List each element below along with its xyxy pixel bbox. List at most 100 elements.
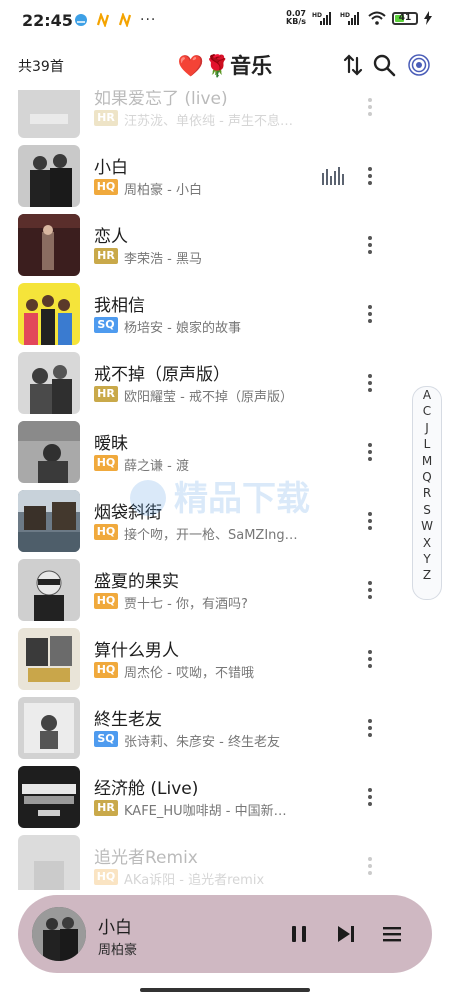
app-n-icon: [118, 13, 132, 27]
index-letter[interactable]: A: [413, 387, 441, 403]
status-time: 22:45: [22, 11, 73, 30]
target-icon[interactable]: [406, 52, 432, 78]
more-options-icon[interactable]: [366, 717, 374, 739]
song-row[interactable]: 戒不掉（原声版） HR 欧阳耀莹 - 戒不掉（原声版）: [0, 352, 450, 420]
wifi-icon: [368, 11, 386, 25]
album-cover: [18, 421, 80, 483]
signal-hd-icon: HD: [340, 12, 359, 25]
song-row[interactable]: 如果爱忘了 (live) HR 汪苏泷、单依纯 - 声生不息…: [0, 90, 450, 144]
song-title: 終生老友: [94, 710, 162, 730]
quality-badge: SQ: [94, 317, 118, 333]
song-artist-album: AKa诉阳 - 追光者remix: [124, 873, 265, 888]
song-artist-album: 欧阳耀莹 - 戒不掉（原声版）: [124, 390, 293, 405]
playlist-menu-icon[interactable]: [380, 922, 404, 946]
watermark-logo: 精品下载: [130, 479, 310, 519]
song-artist-album: 张诗莉、朱彦安 - 终生老友: [124, 735, 280, 750]
more-options-icon[interactable]: [366, 510, 374, 532]
status-bar: 22:45 ··· 0.07 KB/s HD HD 41: [0, 0, 450, 40]
song-row[interactable]: 終生老友 SQ 张诗莉、朱彦安 - 终生老友: [0, 697, 450, 765]
more-options-icon[interactable]: [366, 579, 374, 601]
song-row[interactable]: 追光者Remix HQ AKa诉阳 - 追光者remix: [0, 835, 450, 890]
quality-badge: HQ: [94, 593, 118, 609]
quality-badge: SQ: [94, 731, 118, 747]
song-row[interactable]: 算什么男人 HQ 周杰伦 - 哎呦，不错哦: [0, 628, 450, 696]
song-artist-album: 李荣浩 - 黑马: [124, 252, 202, 267]
more-options-icon[interactable]: [366, 96, 374, 118]
album-cover: [18, 835, 80, 890]
song-title: 算什么男人: [94, 641, 179, 661]
quality-badge: HQ: [94, 662, 118, 678]
song-artist-album: 周杰伦 - 哎呦，不错哦: [124, 666, 254, 681]
song-artist-album: 贾十七 - 你，有酒吗?: [124, 597, 248, 612]
more-options-icon[interactable]: [366, 234, 374, 256]
more-options-icon[interactable]: [366, 165, 374, 187]
pause-icon[interactable]: [287, 922, 311, 946]
index-letter[interactable]: X: [413, 535, 441, 551]
song-title: 盛夏的果实: [94, 572, 179, 592]
index-letter[interactable]: J: [413, 420, 441, 436]
index-letter[interactable]: M: [413, 453, 441, 469]
album-cover: [18, 697, 80, 759]
song-row[interactable]: 恋人 HR 李荣浩 - 黑马: [0, 214, 450, 282]
net-speed: 0.07 KB/s: [286, 9, 306, 26]
index-letter[interactable]: S: [413, 502, 441, 518]
album-cover: [18, 145, 80, 207]
song-title: 小白: [94, 158, 128, 178]
index-letter[interactable]: Z: [413, 567, 441, 583]
song-title: 恋人: [94, 227, 128, 247]
quality-badge: HR: [94, 248, 118, 264]
svg-text:精品下载: 精品下载: [174, 479, 310, 519]
song-title: 暧昧: [94, 434, 128, 454]
player-song-title: 小白: [98, 918, 132, 938]
album-cover: [18, 90, 80, 138]
song-artist-album: 周柏豪 - 小白: [124, 183, 202, 198]
song-row[interactable]: 经济舱 (Live) HR KAFE_HU咖啡胡 - 中国新…: [0, 766, 450, 834]
album-cover: [18, 283, 80, 345]
song-row[interactable]: 盛夏的果实 HQ 贾十七 - 你，有酒吗?: [0, 559, 450, 627]
next-track-icon[interactable]: [334, 922, 358, 946]
app-header: 共39首 ❤️🌹音乐: [0, 40, 450, 90]
index-letter[interactable]: C: [413, 403, 441, 419]
index-letter[interactable]: Y: [413, 551, 441, 567]
more-options-icon[interactable]: [366, 441, 374, 463]
quality-badge: HQ: [94, 524, 118, 540]
more-options-icon[interactable]: [366, 303, 374, 325]
quality-badge: HR: [94, 110, 118, 126]
mini-player[interactable]: 小白 周柏豪: [18, 895, 432, 973]
index-letter[interactable]: W: [413, 518, 441, 534]
home-indicator[interactable]: [140, 988, 310, 992]
search-icon[interactable]: [371, 52, 397, 78]
song-row[interactable]: 小白 HQ 周柏豪 - 小白: [0, 145, 450, 213]
song-artist-album: 杨培安 - 娘家的故事: [124, 321, 241, 336]
signal-hd-icon: HD: [312, 12, 331, 25]
album-cover: [18, 628, 80, 690]
quality-badge: HQ: [94, 455, 118, 471]
more-options-icon[interactable]: [366, 648, 374, 670]
app-n-icon: [96, 13, 110, 27]
album-cover: [18, 559, 80, 621]
charging-bolt-icon: [424, 11, 432, 25]
index-letter[interactable]: L: [413, 436, 441, 452]
quality-badge: HQ: [94, 179, 118, 195]
alphabet-index[interactable]: A C J L M Q R S W X Y Z: [412, 386, 442, 600]
index-letter[interactable]: Q: [413, 469, 441, 485]
more-options-icon[interactable]: [366, 372, 374, 394]
song-artist-album: 汪苏泷、单依纯 - 声生不息…: [124, 114, 293, 129]
more-options-icon[interactable]: [366, 855, 374, 877]
quality-badge: HR: [94, 386, 118, 402]
notification-icons: ···: [74, 12, 156, 28]
more-options-icon[interactable]: [366, 786, 374, 808]
song-title: 追光者Remix: [94, 848, 198, 868]
sort-updown-icon[interactable]: [340, 52, 366, 78]
battery-icon: 41: [392, 11, 418, 25]
album-cover: [18, 766, 80, 828]
index-letter[interactable]: R: [413, 485, 441, 501]
song-title: 戒不掉（原声版）: [94, 365, 230, 385]
song-row[interactable]: 我相信 SQ 杨培安 - 娘家的故事: [0, 283, 450, 351]
quality-badge: HQ: [94, 869, 118, 885]
player-cover[interactable]: [32, 907, 86, 961]
song-title: 我相信: [94, 296, 145, 316]
player-artist: 周柏豪: [98, 943, 138, 958]
svg-text:HD: HD: [312, 12, 322, 19]
album-cover: [18, 214, 80, 276]
